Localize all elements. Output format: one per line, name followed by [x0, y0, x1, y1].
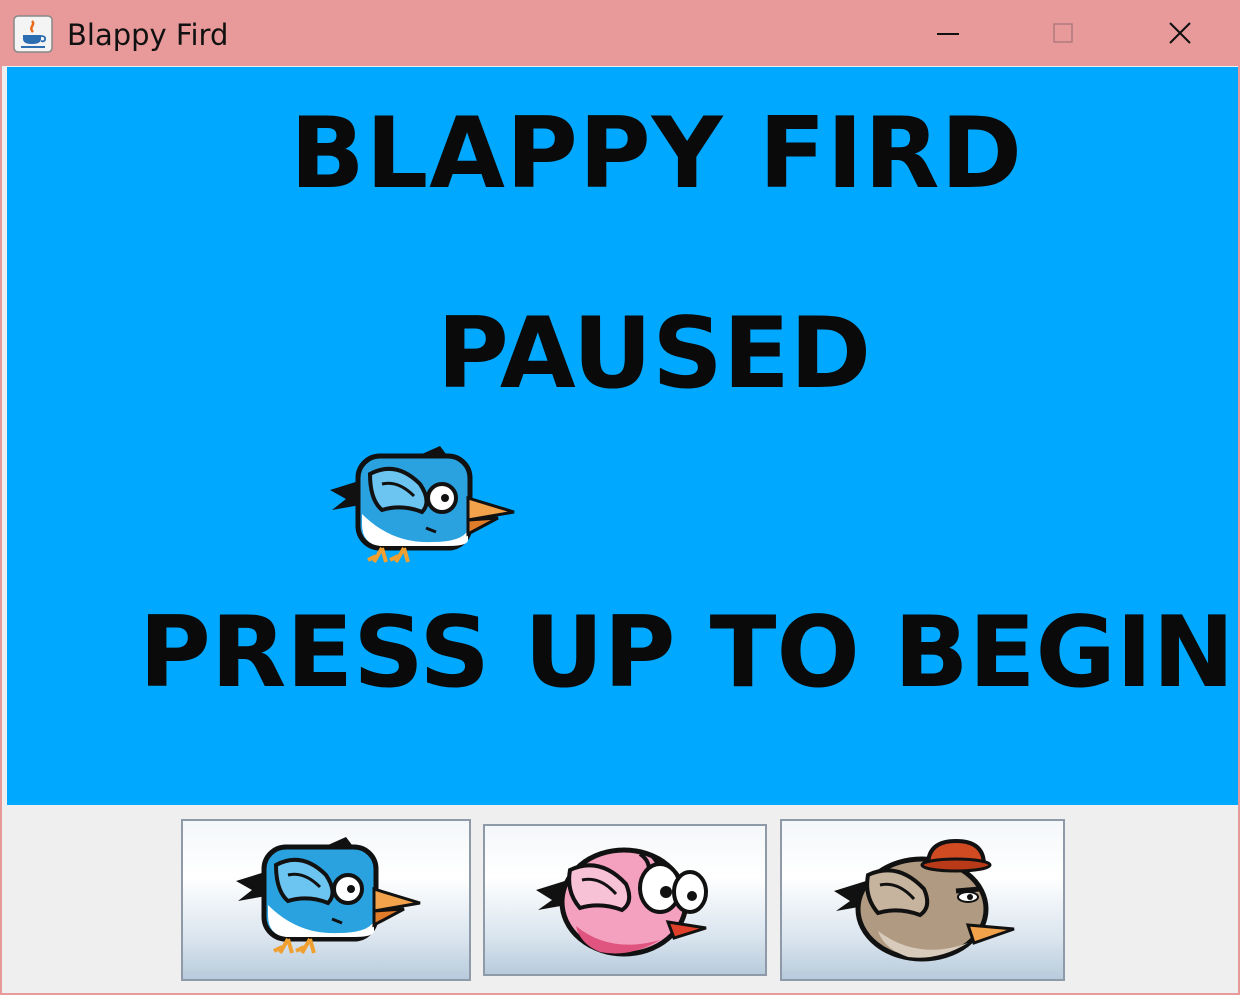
game-title: BLAPPY FIRD	[290, 97, 1023, 211]
brown-bird-with-hat-icon	[833, 838, 1014, 962]
blue-bird-icon	[236, 837, 421, 954]
game-canvas[interactable]: BLAPPY FIRD PAUSED PRESS UP TO BEGIN	[7, 67, 1238, 805]
select-blue-bird-button[interactable]	[181, 819, 471, 981]
close-icon	[1168, 22, 1191, 44]
character-selector	[2, 805, 1238, 995]
start-prompt: PRESS UP TO BEGIN	[139, 596, 1235, 710]
blue-bird-icon	[330, 446, 515, 563]
java-cup-icon[interactable]	[13, 15, 53, 53]
title-bar[interactable]: Blappy Fird	[2, 0, 1238, 66]
minimize-button[interactable]	[890, 0, 1005, 66]
window-title: Blappy Fird	[67, 18, 229, 52]
close-button[interactable]	[1122, 0, 1237, 66]
select-pink-bird-button[interactable]	[483, 824, 767, 976]
maximize-icon	[1052, 23, 1073, 43]
pink-bird-icon	[536, 847, 708, 957]
app-window: Blappy Fird BLAPPY FIRD PAUSED PRESS UP …	[0, 0, 1240, 995]
select-brown-bird-button[interactable]	[780, 819, 1065, 981]
paused-label: PAUSED	[437, 297, 872, 411]
minimize-icon	[936, 33, 959, 35]
maximize-button[interactable]	[1005, 0, 1120, 66]
